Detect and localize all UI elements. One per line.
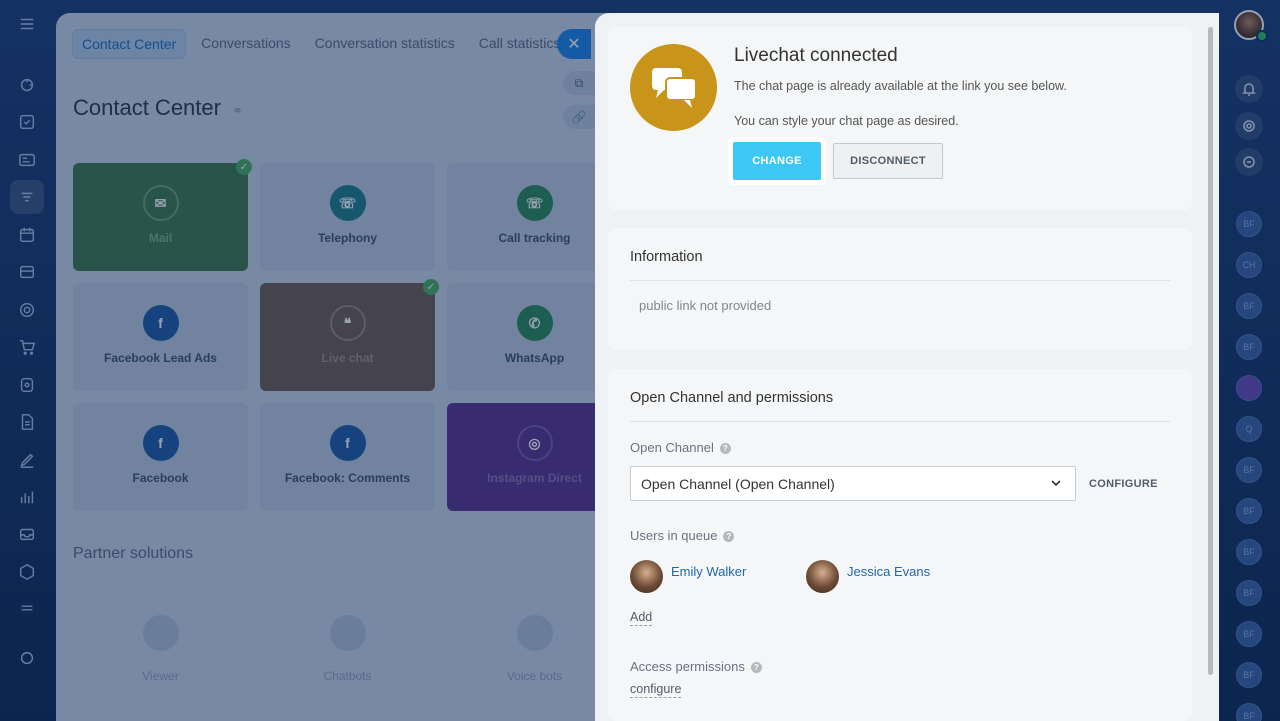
information-title: Information [630, 249, 703, 265]
avatar [630, 560, 663, 593]
permissions-title: Open Channel and permissions [630, 390, 834, 406]
queue-user[interactable]: Jessica Evans [806, 560, 930, 593]
change-button[interactable]: CHANGE [733, 142, 821, 180]
livechat-style-hint: You can style your chat page as desired. [734, 114, 959, 128]
chevron-down-icon [1051, 480, 1061, 487]
livechat-title: Livechat connected [734, 45, 898, 66]
livechat-description: The chat page is already available at th… [734, 79, 1067, 93]
change-button-highlight: CHANGE [728, 137, 826, 185]
open-channel-label-text: Open Channel [630, 440, 714, 455]
livechat-status-card: Livechat connected The chat page is alre… [608, 27, 1192, 210]
disconnect-button[interactable]: DISCONNECT [833, 143, 943, 179]
help-icon[interactable]: ? [750, 662, 762, 673]
livechat-settings-slider: Livechat connected The chat page is alre… [595, 13, 1219, 721]
add-user-link[interactable]: Add [630, 610, 653, 626]
divider [630, 421, 1170, 422]
access-permissions-text: Access permissions [630, 659, 745, 674]
user-name-link[interactable]: Emily Walker [671, 564, 746, 579]
users-in-queue-text: Users in queue [630, 528, 718, 543]
access-permissions-label: Access permissions? [630, 659, 762, 674]
livechat-icon [630, 44, 717, 131]
permissions-card: Open Channel and permissions Open Channe… [608, 369, 1192, 721]
users-in-queue-label: Users in queue? [630, 528, 735, 543]
configure-permissions-link[interactable]: configure [630, 682, 682, 698]
avatar [806, 560, 839, 593]
queue-user[interactable]: Emily Walker [630, 560, 746, 593]
user-name-link[interactable]: Jessica Evans [847, 564, 930, 579]
help-icon[interactable]: ? [723, 531, 735, 542]
information-card: Information public link not provided [608, 228, 1192, 350]
open-channel-selected-value: Open Channel (Open Channel) [641, 476, 835, 492]
help-icon[interactable]: ? [719, 443, 731, 454]
open-channel-select[interactable]: Open Channel (Open Channel) [630, 466, 1076, 501]
configure-button[interactable]: CONFIGURE [1089, 478, 1158, 490]
divider [630, 280, 1170, 281]
open-channel-label: Open Channel? [630, 440, 731, 455]
scrollbar[interactable] [1208, 27, 1213, 675]
public-link-status: public link not provided [639, 298, 772, 313]
